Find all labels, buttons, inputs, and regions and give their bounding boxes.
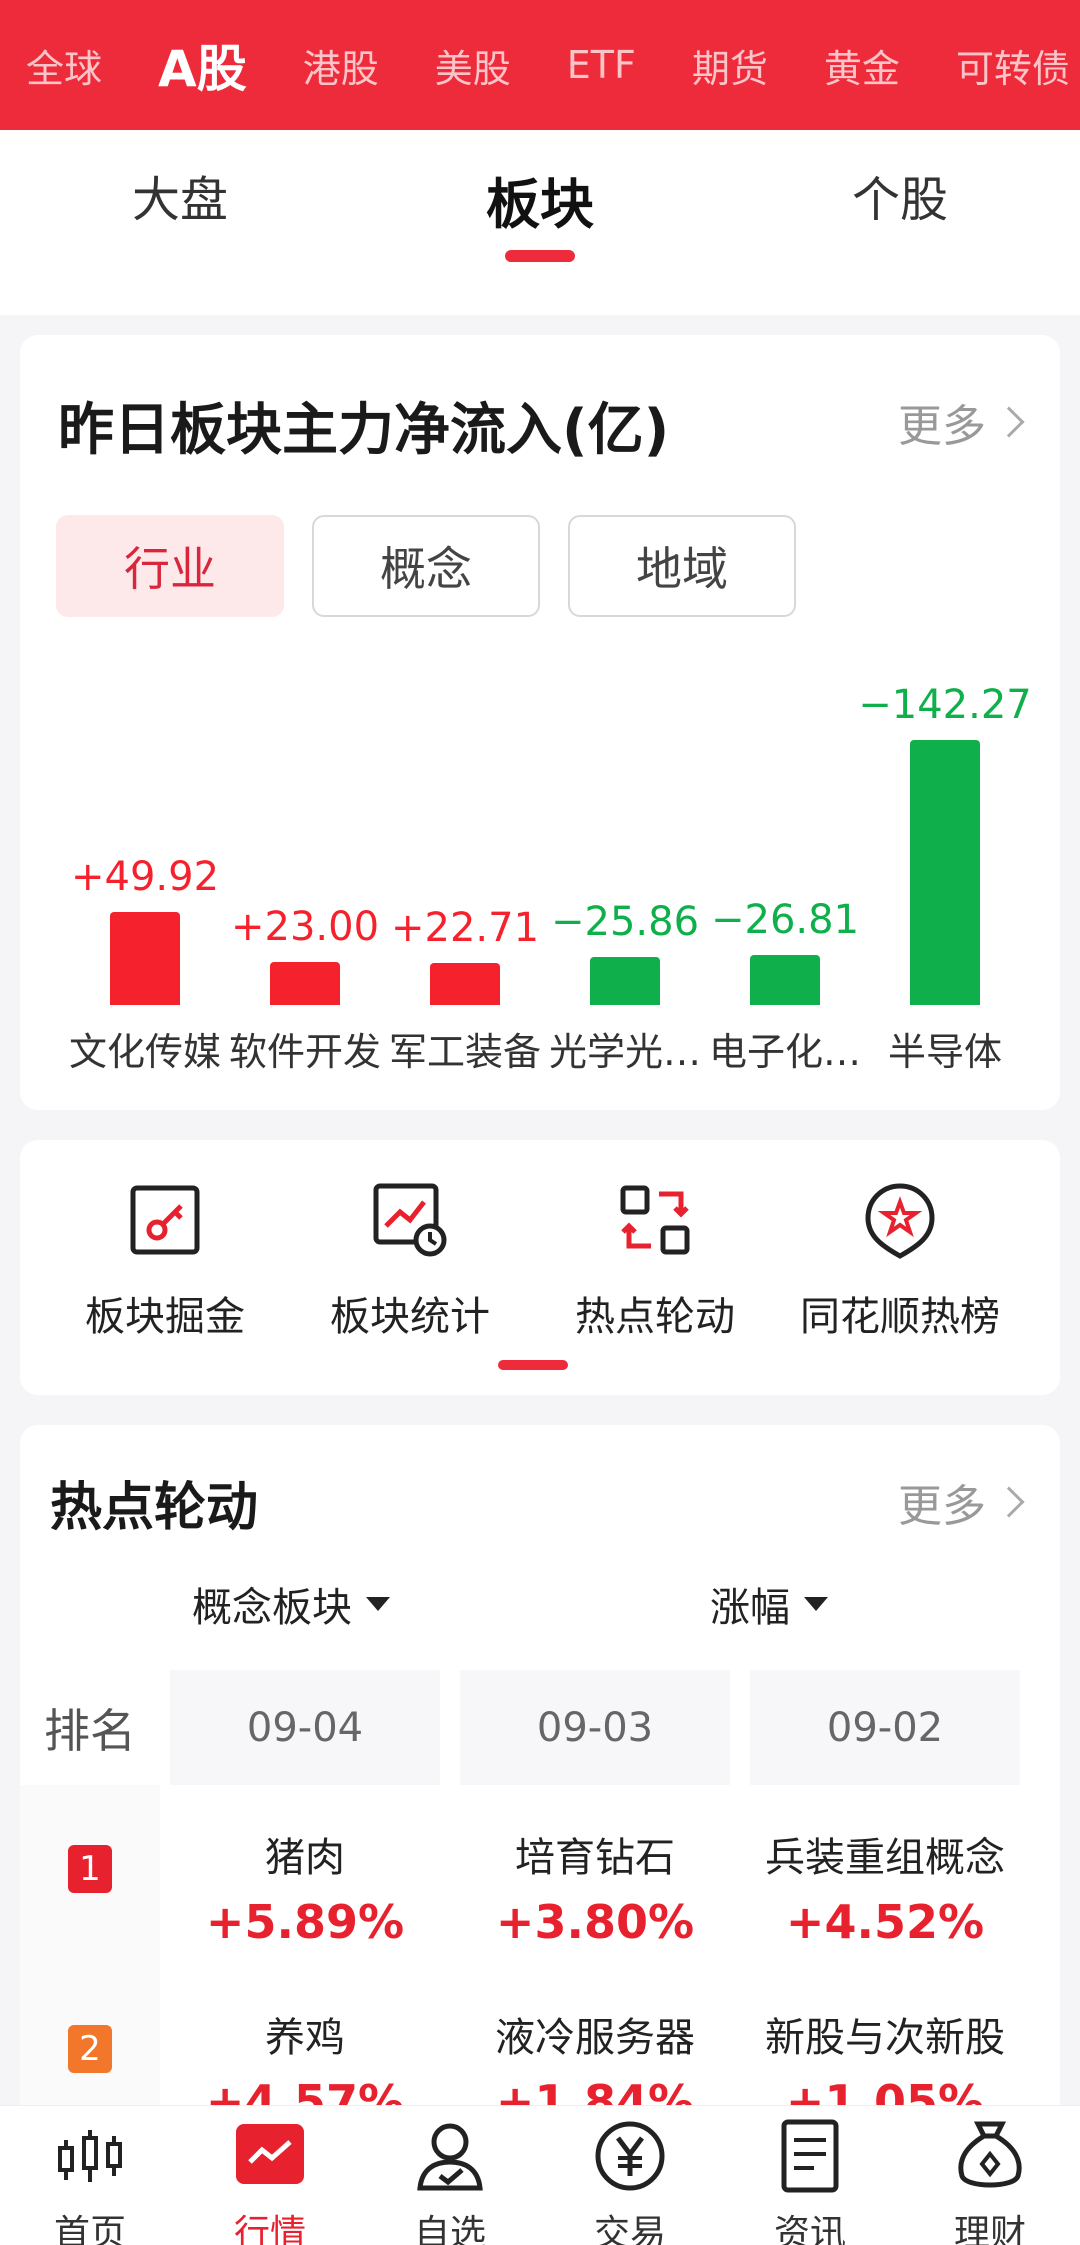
rank-header: 排名 bbox=[44, 1703, 136, 1758]
rank-badge: 1 bbox=[68, 1845, 112, 1893]
sub-tabs: 大盘 板块 个股 bbox=[0, 130, 1080, 315]
active-tab-indicator bbox=[505, 250, 575, 262]
chart-bar bbox=[750, 955, 820, 1005]
chart-clock-icon bbox=[373, 1183, 447, 1257]
nav-wealth[interactable]: 理财 bbox=[920, 2116, 1060, 2245]
bar-value-label: +22.71 bbox=[390, 904, 540, 951]
nav-label: 交易 bbox=[593, 2213, 666, 2245]
user-check-icon bbox=[417, 2123, 483, 2191]
rank-badge: 2 bbox=[68, 2025, 112, 2073]
nav-trade[interactable]: 交易 bbox=[560, 2116, 700, 2245]
sector-type-dropdown[interactable]: 概念板块 bbox=[192, 1575, 390, 1633]
date-header: 09-03 bbox=[460, 1670, 730, 1785]
nav-label: 理财 bbox=[953, 2213, 1026, 2245]
sector-name[interactable]: 液冷服务器 bbox=[450, 2005, 740, 2063]
tool-label: 同花顺热榜 bbox=[800, 1294, 1000, 1340]
bottom-navigation: 首页 行情 自选 交易 资讯 理财 bbox=[0, 2105, 1080, 2245]
bar-value-label: +23.00 bbox=[230, 904, 380, 951]
bar-category-label: 文化传媒 bbox=[68, 1030, 221, 1074]
more-link[interactable]: 更多 bbox=[898, 390, 1025, 454]
net-inflow-bar-chart: +49.92 文化传媒 +23.00 软件开发 +22.71 军工装备 −25.86 光学光…… bbox=[20, 665, 1060, 1085]
sector-name[interactable]: 培育钻石 bbox=[450, 1825, 740, 1883]
caret-down-icon bbox=[804, 1597, 828, 1611]
sector-change: +5.89% bbox=[205, 1895, 405, 1949]
date-header: 09-04 bbox=[170, 1670, 440, 1785]
dropdown-label: 涨幅 bbox=[710, 1585, 790, 1631]
active-tool-indicator bbox=[498, 1360, 568, 1370]
nav-news[interactable]: 资讯 bbox=[740, 2116, 880, 2245]
more-link[interactable]: 更多 bbox=[898, 1470, 1025, 1534]
sector-name[interactable]: 养鸡 bbox=[160, 2005, 450, 2063]
star-badge-icon bbox=[865, 1183, 935, 1259]
money-bag-icon bbox=[958, 2121, 1022, 2188]
nav-label: 行情 bbox=[233, 2213, 306, 2245]
nav-market[interactable]: 行情 bbox=[200, 2116, 340, 2245]
category-industry-button[interactable]: 行业 bbox=[56, 515, 284, 617]
bar-value-label: −25.86 bbox=[550, 898, 700, 945]
nav-label: 首页 bbox=[53, 2213, 126, 2245]
sort-dropdown[interactable]: 涨幅 bbox=[710, 1575, 828, 1633]
tool-label: 板块掘金 bbox=[85, 1294, 245, 1340]
bar-value-label: +49.92 bbox=[70, 854, 220, 901]
bar-category-label: 军工装备 bbox=[388, 1030, 541, 1074]
category-concept-button[interactable]: 概念 bbox=[312, 515, 540, 617]
caret-down-icon bbox=[366, 1597, 390, 1611]
tab-gold[interactable]: 黄金 bbox=[824, 38, 900, 93]
tab-hk-shares[interactable]: 港股 bbox=[303, 38, 379, 93]
sector-name[interactable]: 猪肉 bbox=[160, 1825, 450, 1883]
tool-sector-statistics[interactable]: 板块统计 bbox=[310, 1180, 510, 1342]
bar-category-label: 电子化… bbox=[708, 1030, 861, 1074]
category-region-button[interactable]: 地域 bbox=[568, 515, 796, 617]
chevron-right-icon bbox=[993, 406, 1025, 438]
nav-home[interactable]: 首页 bbox=[20, 2116, 160, 2245]
chevron-right-icon bbox=[993, 1486, 1025, 1518]
sector-name[interactable]: 新股与次新股 bbox=[740, 2005, 1030, 2063]
section-title: 热点轮动 bbox=[50, 1478, 259, 1538]
sector-flow-card: 昨日板块主力净流入(亿) 更多 行业 概念 地域 +49.92 文化传媒 +23.0… bbox=[20, 335, 1060, 1110]
card-title: 昨日板块主力净流入(亿) bbox=[58, 398, 670, 463]
tab-convertible-bonds[interactable]: 可转债 bbox=[956, 38, 1070, 93]
sector-change: +4.52% bbox=[785, 1895, 985, 1949]
bar-value-label: −26.81 bbox=[710, 897, 860, 944]
chart-bar bbox=[910, 740, 980, 1005]
chart-bar bbox=[110, 912, 180, 1005]
sector-tools-card: 板块掘金 板块统计 热点轮动 同花顺热榜 bbox=[20, 1140, 1060, 1395]
more-label: 更多 bbox=[898, 401, 986, 452]
bar-category-label: 光学光… bbox=[548, 1030, 701, 1074]
tab-market-overview[interactable]: 大盘 bbox=[60, 160, 300, 230]
nav-label: 资讯 bbox=[773, 2213, 846, 2245]
tab-a-shares[interactable]: A股 bbox=[158, 29, 247, 101]
trend-icon bbox=[236, 2124, 304, 2184]
tool-hot-list[interactable]: 同花顺热榜 bbox=[800, 1180, 1000, 1342]
tab-futures[interactable]: 期货 bbox=[692, 38, 768, 93]
market-tabs: 全球 A股 港股 美股 ETF 期货 黄金 可转债 bbox=[0, 0, 1080, 130]
tab-etf[interactable]: ETF bbox=[567, 43, 636, 87]
bar-value-label: −142.27 bbox=[858, 682, 1032, 728]
more-label: 更多 bbox=[898, 1481, 986, 1532]
tool-label: 板块统计 bbox=[330, 1294, 490, 1340]
tool-label: 热点轮动 bbox=[575, 1294, 735, 1340]
chart-bar bbox=[270, 962, 340, 1005]
rotate-icon bbox=[620, 1185, 690, 1255]
candlestick-icon bbox=[58, 2130, 122, 2182]
tool-hot-rotation[interactable]: 热点轮动 bbox=[555, 1180, 755, 1342]
sector-change: +3.80% bbox=[495, 1895, 695, 1949]
sector-name[interactable]: 兵装重组概念 bbox=[740, 1825, 1030, 1883]
tab-global[interactable]: 全球 bbox=[26, 38, 102, 93]
nav-watchlist[interactable]: 自选 bbox=[380, 2116, 520, 2245]
bar-category-label: 半导体 bbox=[887, 1030, 1002, 1074]
key-icon bbox=[130, 1185, 200, 1255]
tab-us-shares[interactable]: 美股 bbox=[435, 38, 511, 93]
yuan-icon bbox=[595, 2121, 665, 2191]
dropdown-label: 概念板块 bbox=[192, 1585, 352, 1631]
tab-sectors[interactable]: 板块 bbox=[420, 160, 660, 239]
bar-category-label: 软件开发 bbox=[228, 1030, 381, 1074]
tab-individual-stocks[interactable]: 个股 bbox=[780, 160, 1020, 230]
nav-label: 自选 bbox=[413, 2213, 486, 2245]
date-header: 09-02 bbox=[750, 1670, 1020, 1785]
tool-sector-mining[interactable]: 板块掘金 bbox=[65, 1180, 265, 1342]
chart-bar bbox=[590, 956, 660, 1005]
chart-bar bbox=[430, 962, 500, 1005]
document-icon bbox=[781, 2119, 839, 2193]
